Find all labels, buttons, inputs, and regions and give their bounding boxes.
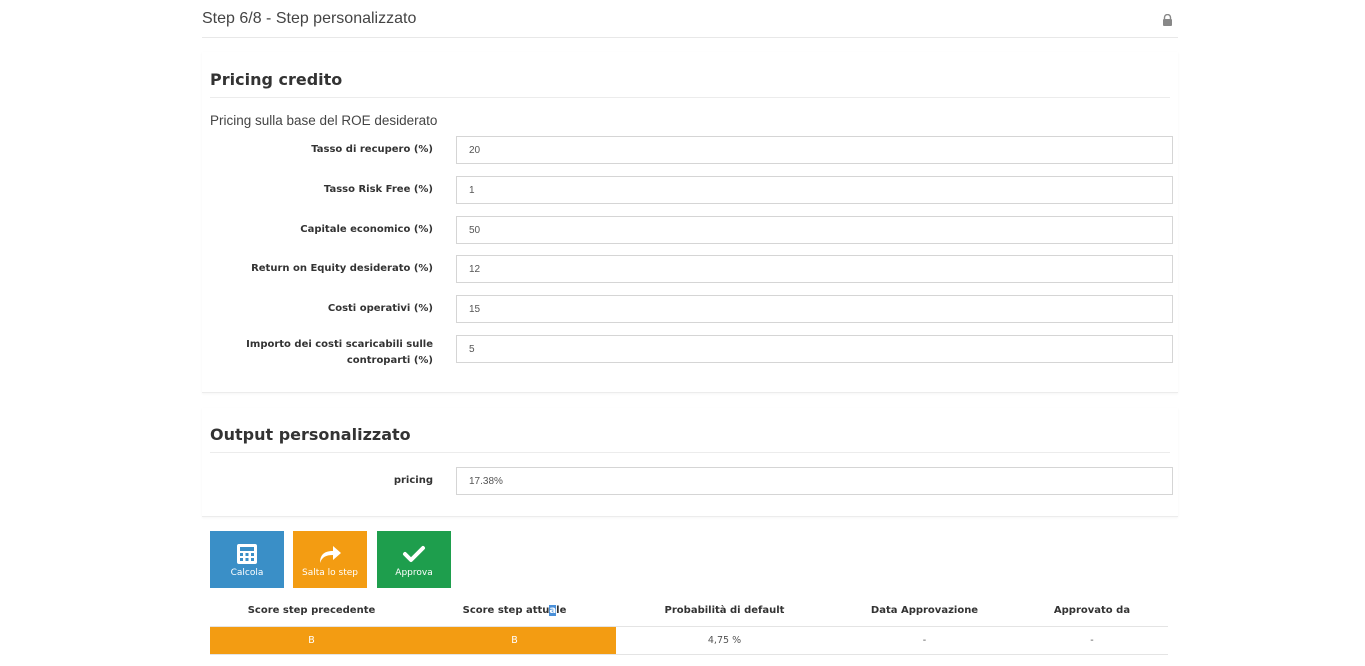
table-row: B B 4,75 % - - — [210, 626, 1168, 655]
approvato-da-cell: - — [1016, 626, 1168, 655]
output-personalizzato-title: Output personalizzato — [210, 425, 1170, 453]
pricing-credito-subtitle: Pricing sulla base del ROE desiderato — [210, 113, 438, 128]
checkmark-icon — [403, 546, 425, 562]
field-capitale-economico: Capitale economico (%) — [202, 216, 1178, 244]
tasso-recupero-input[interactable] — [456, 136, 1173, 164]
calculator-icon — [237, 544, 257, 564]
header-probabilita-default: Probabilità di default — [616, 594, 833, 627]
header-approvato-da: Approvato da — [1016, 594, 1168, 627]
probabilita-default-cell: 4,75 % — [616, 626, 833, 655]
table-header-row: Score step precedente Score step attuale… — [210, 594, 1168, 627]
share-arrow-icon — [320, 546, 341, 563]
header-score-precedente: Score step precedente — [210, 594, 413, 627]
salta-step-label: Salta lo step — [302, 568, 358, 578]
capitale-economico-input[interactable] — [456, 216, 1173, 244]
lock-icon — [1163, 14, 1172, 26]
roe-desiderato-input[interactable] — [456, 255, 1173, 283]
salta-step-button[interactable]: Salta lo step — [293, 531, 367, 588]
calcola-button[interactable]: Calcola — [210, 531, 284, 588]
pricing-label: pricing — [393, 475, 433, 486]
costi-operativi-input[interactable] — [456, 295, 1173, 323]
field-pricing: pricing — [202, 467, 1178, 495]
header-score-attuale-part2: le — [556, 604, 567, 616]
field-label: Importo dei costi scaricabili sulle cont… — [246, 339, 433, 366]
score-attuale-cell: B — [413, 626, 616, 655]
header-score-attuale: Score step attuale — [413, 594, 616, 627]
field-tasso-risk-free: Tasso Risk Free (%) — [202, 176, 1178, 204]
pricing-credito-panel: Pricing credito Pricing sulla base del R… — [202, 52, 1178, 393]
summary-table: Score step precedente Score step attuale… — [210, 594, 1168, 655]
header-score-attuale-part1: Score step attu — [462, 604, 550, 616]
field-label: Tasso di recupero (%) — [311, 144, 433, 155]
field-costi-scaricabili: Importo dei costi scaricabili sulle cont… — [202, 335, 1178, 366]
output-personalizzato-panel: Output personalizzato pricing — [202, 408, 1178, 517]
header-data-approvazione: Data Approvazione — [833, 594, 1016, 627]
step-header: Step 6/8 - Step personalizzato — [202, 0, 1178, 38]
step-title: Step 6/8 - Step personalizzato — [202, 10, 417, 27]
pricing-output-input[interactable] — [456, 467, 1173, 495]
score-precedente-cell: B — [210, 626, 413, 655]
field-roe-desiderato: Return on Equity desiderato (%) — [202, 255, 1178, 283]
field-label: Tasso Risk Free (%) — [323, 184, 433, 195]
pricing-credito-title: Pricing credito — [210, 70, 1170, 98]
calcola-label: Calcola — [230, 568, 264, 578]
approva-button[interactable]: Approva — [377, 531, 451, 588]
approva-label: Approva — [395, 568, 433, 578]
costi-scaricabili-input[interactable] — [456, 335, 1173, 363]
field-costi-operativi: Costi operativi (%) — [202, 295, 1178, 323]
field-label: Capitale economico (%) — [300, 224, 433, 235]
field-tasso-recupero: Tasso di recupero (%) — [202, 136, 1178, 164]
field-label: Costi operativi (%) — [327, 303, 433, 314]
field-label: Return on Equity desiderato (%) — [251, 263, 433, 274]
data-approvazione-cell: - — [833, 626, 1016, 655]
tasso-risk-free-input[interactable] — [456, 176, 1173, 204]
